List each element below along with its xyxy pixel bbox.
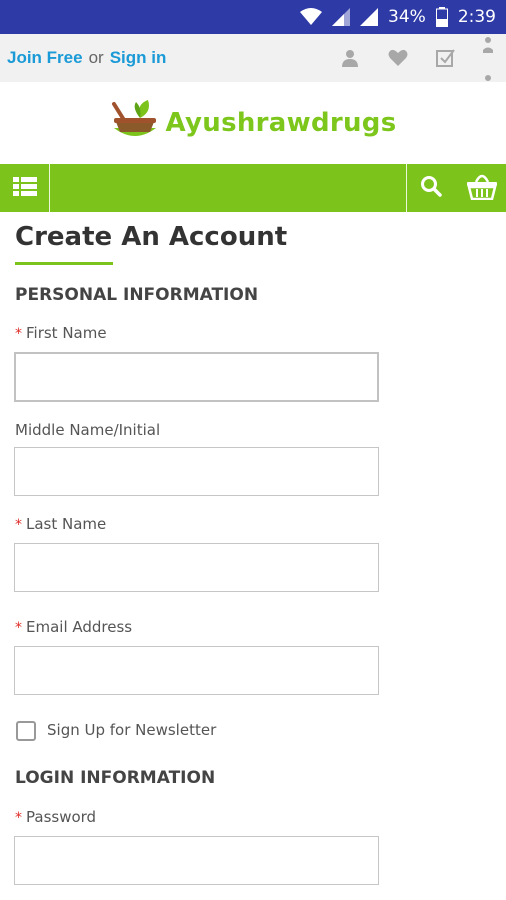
logo-text: Ayushrawdrugs bbox=[165, 108, 397, 138]
first-name-label-text: First Name bbox=[26, 324, 107, 342]
wifi-icon bbox=[300, 8, 323, 26]
required-mark: * bbox=[15, 810, 22, 826]
heart-icon[interactable] bbox=[374, 34, 422, 82]
basket-icon bbox=[466, 172, 498, 205]
middle-name-input[interactable] bbox=[14, 447, 379, 496]
login-information-heading: LOGIN INFORMATION bbox=[15, 768, 216, 788]
list-menu-icon bbox=[12, 176, 37, 201]
search-icon bbox=[420, 175, 442, 202]
status-bar: 34% 2:39 bbox=[0, 0, 506, 34]
site-logo[interactable]: Ayushrawdrugs bbox=[0, 82, 506, 164]
cart-button[interactable] bbox=[458, 164, 506, 212]
required-mark: * bbox=[15, 620, 22, 636]
newsletter-checkbox[interactable] bbox=[16, 721, 36, 741]
or-text: or bbox=[88, 48, 104, 67]
sign-in-link[interactable]: Sign in bbox=[110, 48, 167, 68]
signal-icon bbox=[332, 8, 351, 26]
top-links-bar: Join Free or Sign in bbox=[0, 34, 506, 82]
password-input[interactable] bbox=[14, 836, 379, 885]
email-input[interactable] bbox=[14, 646, 379, 695]
clock: 2:39 bbox=[457, 7, 496, 27]
first-name-input[interactable] bbox=[14, 352, 379, 402]
email-label: * Email Address bbox=[15, 618, 132, 636]
title-underline bbox=[15, 262, 113, 265]
newsletter-label[interactable]: Sign Up for Newsletter bbox=[47, 721, 216, 739]
last-name-input[interactable] bbox=[14, 543, 379, 592]
page-title: Create An Account bbox=[15, 222, 288, 252]
mortar-leaf-logo-icon bbox=[110, 98, 160, 149]
password-label: * Password bbox=[15, 808, 96, 826]
email-label-text: Email Address bbox=[26, 618, 133, 636]
battery-percent: 34% bbox=[388, 7, 426, 27]
middle-name-label: Middle Name/Initial bbox=[15, 421, 161, 439]
user-icon[interactable] bbox=[326, 34, 374, 82]
create-account-form: Create An Account bbox=[15, 212, 491, 265]
top-icons bbox=[326, 34, 506, 82]
battery-icon bbox=[435, 7, 448, 27]
password-label-text: Password bbox=[26, 808, 97, 826]
signal-icon-2 bbox=[360, 8, 379, 26]
last-name-label-text: Last Name bbox=[26, 515, 107, 533]
nav-bar bbox=[0, 164, 506, 212]
join-free-link[interactable]: Join Free bbox=[7, 48, 83, 68]
personal-information-heading: PERSONAL INFORMATION bbox=[15, 285, 259, 305]
required-mark: * bbox=[15, 326, 22, 342]
more-vertical-icon[interactable] bbox=[470, 34, 506, 82]
required-mark: * bbox=[15, 517, 22, 533]
first-name-label: * First Name bbox=[15, 324, 107, 342]
checklist-icon[interactable] bbox=[422, 34, 470, 82]
menu-button[interactable] bbox=[0, 164, 49, 212]
search-button[interactable] bbox=[407, 164, 455, 212]
nav-divider-left bbox=[49, 164, 50, 212]
last-name-label: * Last Name bbox=[15, 515, 106, 533]
